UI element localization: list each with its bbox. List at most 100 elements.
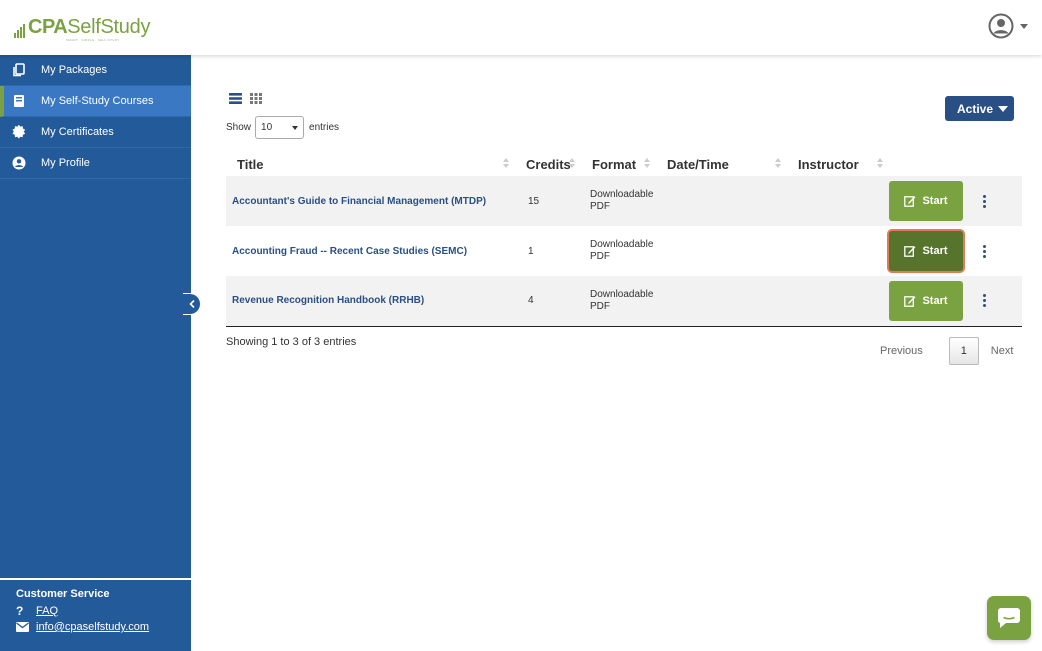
- start-label: Start: [922, 294, 948, 307]
- faq-link[interactable]: FAQ: [36, 605, 58, 617]
- more-vertical-icon[interactable]: [979, 194, 989, 208]
- menu-cell: [979, 276, 1022, 327]
- chat-icon: [997, 608, 1020, 628]
- sort-icon: [877, 158, 883, 168]
- course-instructor: [787, 176, 889, 226]
- menu-cell: [979, 176, 1022, 226]
- table-row: Accounting Fraud -- Recent Case Studies …: [226, 226, 1022, 276]
- question-icon: ?: [16, 604, 24, 618]
- sidebar: My Packages My Self-Study Courses My Cer…: [0, 55, 191, 651]
- course-credits: 1: [528, 245, 534, 257]
- chat-widget-button[interactable]: [987, 596, 1031, 640]
- column-header-title[interactable]: Title: [226, 152, 515, 176]
- view-toggle: [229, 91, 262, 109]
- table-header-row: Title Credits Format Date/Time Instructo…: [226, 152, 1022, 176]
- format-line: PDF: [590, 201, 610, 212]
- status-filter-label: Active: [957, 101, 994, 116]
- top-header: CPA SelfStudy SMART · SIMPLE · SELF-STUD…: [0, 0, 1042, 55]
- sidebar-item-self-study-courses[interactable]: My Self-Study Courses: [0, 86, 191, 117]
- start-button[interactable]: Start: [889, 280, 963, 321]
- customer-service-title: Customer Service: [16, 588, 110, 600]
- page-length-select[interactable]: 10: [255, 116, 305, 139]
- chevron-down-icon: [1020, 23, 1028, 29]
- edit-icon: [904, 196, 916, 207]
- sidebar-item-label: My Self-Study Courses: [41, 95, 154, 107]
- more-vertical-icon[interactable]: [979, 294, 989, 308]
- pagination-page-1[interactable]: 1: [948, 337, 979, 365]
- course-title-link[interactable]: Accounting Fraud -- Recent Case Studies …: [226, 226, 515, 276]
- chevron-down-icon: [292, 125, 299, 130]
- user-menu[interactable]: [988, 13, 1028, 39]
- courses-table: Title Credits Format Date/Time Instructo…: [226, 152, 1022, 327]
- start-label: Start: [922, 245, 948, 257]
- table-info: Showing 1 to 3 of 3 entries: [226, 336, 357, 348]
- bar-chart-icon: [14, 24, 25, 38]
- format-line: PDF: [590, 251, 610, 262]
- course-title-link[interactable]: Revenue Recognition Handbook (RRHB): [226, 276, 515, 327]
- pagination: Previous 1 Next: [880, 337, 1013, 365]
- envelope-icon: [16, 622, 30, 632]
- user-icon: [11, 155, 27, 171]
- course-datetime: [656, 226, 787, 276]
- sidebar-item-profile[interactable]: My Profile: [0, 148, 191, 179]
- cpa-selfstudy-logo[interactable]: CPA SelfStudy SMART · SIMPLE · SELF-STUD…: [14, 16, 151, 42]
- faq-row: ? FAQ: [16, 604, 191, 618]
- sidebar-item-label: My Certificates: [41, 126, 114, 138]
- logo-text-cpa: CPA: [28, 16, 68, 38]
- pagination-next[interactable]: Next: [991, 345, 1014, 357]
- grid-view-icon[interactable]: [250, 91, 262, 109]
- email-row: info@cpaselfstudy.com: [16, 621, 191, 633]
- course-format: Downloadable PDF: [581, 176, 656, 226]
- sort-icon: [503, 158, 509, 168]
- sidebar-item-label: My Profile: [41, 157, 90, 169]
- format-line: PDF: [590, 300, 610, 312]
- sidebar-collapse-button[interactable]: [183, 293, 201, 315]
- course-credits: 4: [515, 276, 581, 327]
- course-datetime: [656, 276, 787, 327]
- sidebar-item-label: My Packages: [41, 64, 108, 76]
- table-row: Revenue Recognition Handbook (RRHB) 4 Do…: [226, 276, 1022, 327]
- edit-icon: [904, 246, 916, 257]
- course-instructor: [787, 226, 889, 276]
- column-header-menu: [979, 152, 1022, 176]
- start-button[interactable]: Start: [889, 231, 963, 271]
- sort-icon: [775, 158, 781, 168]
- status-filter-dropdown[interactable]: Active: [945, 96, 1014, 121]
- course-credits: 15: [528, 195, 540, 207]
- sort-icon: [644, 158, 650, 168]
- sidebar-item-certificates[interactable]: My Certificates: [0, 117, 191, 148]
- column-header-format[interactable]: Format: [581, 152, 656, 176]
- edit-icon: [904, 295, 916, 307]
- chevron-left-icon: [188, 300, 195, 308]
- format-line: Downloadable: [590, 239, 654, 250]
- course-format: Downloadable PDF: [581, 276, 656, 327]
- logo-tagline: SMART · SIMPLE · SELF-STUDY: [66, 38, 120, 42]
- book-icon: [11, 93, 27, 109]
- format-line: Downloadable: [590, 288, 654, 300]
- copy-icon: [11, 62, 27, 78]
- sort-icon: [569, 158, 575, 168]
- column-header-datetime[interactable]: Date/Time: [656, 152, 787, 176]
- action-cell: Start: [889, 176, 979, 226]
- pagination-previous[interactable]: Previous: [880, 345, 923, 357]
- more-vertical-icon[interactable]: [979, 244, 989, 258]
- sidebar-item-packages[interactable]: My Packages: [0, 55, 191, 86]
- course-instructor: [787, 276, 889, 327]
- page-length-control: Show 10 entries: [226, 116, 339, 139]
- customer-service-panel: Customer Service ? FAQ info@cpaselfstudy…: [0, 578, 191, 651]
- logo-text-selfstudy: SelfStudy: [67, 16, 151, 38]
- email-link[interactable]: info@cpaselfstudy.com: [36, 621, 149, 633]
- start-label: Start: [922, 195, 948, 207]
- course-datetime: [656, 176, 787, 226]
- format-line: Downloadable: [590, 189, 654, 200]
- column-header-credits[interactable]: Credits: [515, 152, 581, 176]
- menu-cell: [979, 226, 1022, 276]
- start-button[interactable]: Start: [889, 181, 963, 221]
- column-header-instructor[interactable]: Instructor: [787, 152, 889, 176]
- list-view-icon[interactable]: [229, 91, 242, 109]
- course-title-link[interactable]: Accountant's Guide to Financial Manageme…: [226, 176, 515, 226]
- action-cell: Start: [889, 276, 979, 327]
- entries-label: entries: [309, 122, 340, 133]
- certificate-icon: [11, 124, 27, 140]
- user-circle-icon: [988, 13, 1014, 39]
